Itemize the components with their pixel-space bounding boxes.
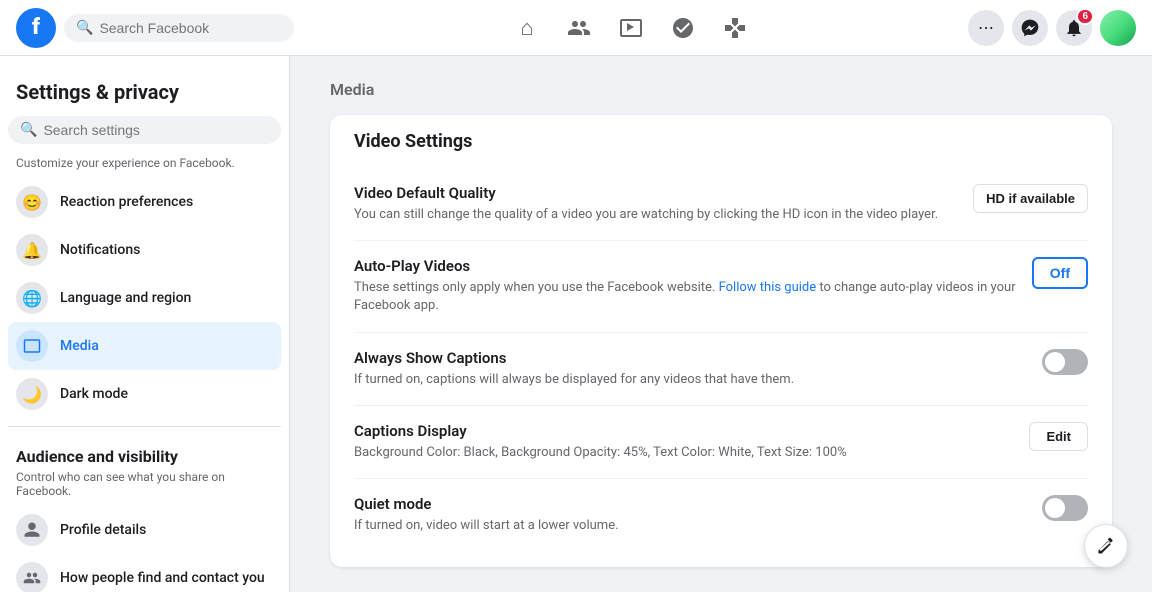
search-bar: 🔍: [64, 14, 294, 42]
video-quality-desc: You can still change the quality of a vi…: [354, 206, 957, 224]
search-icon: 🔍: [76, 20, 93, 36]
quiet-mode-row: Quiet mode If turned on, video will star…: [354, 479, 1088, 551]
sidebar-item-media[interactable]: Media: [8, 322, 281, 370]
auto-play-desc-prefix: These settings only apply when you use t…: [354, 280, 719, 295]
sidebar-item-label: Profile details: [60, 522, 146, 538]
sidebar-item-label: Language and region: [60, 290, 191, 306]
video-settings-card: Video Settings Video Default Quality You…: [330, 115, 1112, 567]
auto-play-label: Auto-Play Videos: [354, 257, 1016, 275]
sidebar-item-reaction-preferences[interactable]: 😊 Reaction preferences: [8, 178, 281, 226]
main-layout: Settings & privacy 🔍 Customize your expe…: [0, 56, 1152, 592]
audience-section-title: Audience and visibility: [8, 435, 281, 470]
sidebar-item-find-contact[interactable]: How people find and contact you: [8, 554, 281, 592]
captions-desc: If turned on, captions will always be di…: [354, 371, 1026, 389]
nav-center: ⌂: [302, 4, 960, 52]
gaming-nav-button[interactable]: [711, 4, 759, 52]
quiet-mode-action: [1042, 495, 1088, 521]
friends-nav-button[interactable]: [555, 4, 603, 52]
video-default-quality-row: Video Default Quality You can still chan…: [354, 168, 1088, 241]
search-settings-icon: 🔍: [20, 122, 37, 138]
page-title: Media: [330, 80, 1112, 99]
home-nav-button[interactable]: ⌂: [503, 4, 551, 52]
compose-fab[interactable]: [1084, 524, 1128, 568]
follow-guide-link[interactable]: Follow this guide: [719, 280, 817, 295]
captions-display-desc: Background Color: Black, Background Opac…: [354, 444, 1013, 462]
notifications-badge: 6: [1076, 8, 1094, 25]
sidebar-item-label: Media: [60, 338, 99, 354]
captions-toggle[interactable]: [1042, 349, 1088, 375]
video-quality-info: Video Default Quality You can still chan…: [354, 184, 957, 224]
sidebar-item-label: Reaction preferences: [60, 194, 193, 210]
watch-nav-button[interactable]: [607, 4, 655, 52]
sidebar-item-language-region[interactable]: 🌐 Language and region: [8, 274, 281, 322]
messenger-button[interactable]: [1012, 10, 1048, 46]
sidebar: Settings & privacy 🔍 Customize your expe…: [0, 56, 290, 592]
captions-edit-button[interactable]: Edit: [1029, 422, 1088, 451]
quiet-mode-info: Quiet mode If turned on, video will star…: [354, 495, 1026, 535]
hd-if-available-button[interactable]: HD if available: [973, 184, 1088, 213]
captions-info: Always Show Captions If turned on, capti…: [354, 349, 1026, 389]
search-settings-input[interactable]: [43, 122, 269, 138]
profile-nav-button[interactable]: [659, 4, 707, 52]
captions-display-info: Captions Display Background Color: Black…: [354, 422, 1013, 462]
sidebar-item-dark-mode[interactable]: 🌙 Dark mode: [8, 370, 281, 418]
search-input[interactable]: [99, 20, 282, 36]
quiet-mode-toggle[interactable]: [1042, 495, 1088, 521]
profile-details-icon: [16, 514, 48, 546]
top-navigation: f 🔍 ⌂ ⋯ 6: [0, 0, 1152, 56]
sidebar-item-label: How people find and contact you: [60, 570, 265, 586]
video-quality-action: HD if available: [973, 184, 1088, 213]
auto-play-row: Auto-Play Videos These settings only app…: [354, 241, 1088, 332]
auto-play-desc: These settings only apply when you use t…: [354, 279, 1016, 315]
sidebar-item-label: Dark mode: [60, 386, 128, 402]
sidebar-item-profile-details[interactable]: Profile details: [8, 506, 281, 554]
moon-icon: 🌙: [16, 378, 48, 410]
reaction-icon: 😊: [16, 186, 48, 218]
sidebar-title: Settings & privacy: [8, 72, 281, 108]
main-content: Media Video Settings Video Default Quali…: [290, 56, 1152, 592]
bell-icon: 🔔: [16, 234, 48, 266]
video-quality-label: Video Default Quality: [354, 184, 957, 202]
sidebar-item-label: Notifications: [60, 242, 140, 258]
search-settings-bar: 🔍: [8, 116, 281, 144]
card-title: Video Settings: [354, 131, 1088, 152]
captions-display-label: Captions Display: [354, 422, 1013, 440]
captions-action: [1042, 349, 1088, 375]
facebook-logo[interactable]: f: [16, 8, 56, 48]
sidebar-divider: [8, 426, 281, 427]
quiet-mode-desc: If turned on, video will start at a lowe…: [354, 517, 1026, 535]
media-icon: [16, 330, 48, 362]
notifications-button[interactable]: 6: [1056, 10, 1092, 46]
auto-play-action: Off: [1032, 257, 1088, 289]
auto-play-off-button[interactable]: Off: [1032, 257, 1088, 289]
avatar-button[interactable]: [1100, 10, 1136, 46]
sidebar-item-notifications[interactable]: 🔔 Notifications: [8, 226, 281, 274]
captions-display-action: Edit: [1029, 422, 1088, 451]
globe-icon: 🌐: [16, 282, 48, 314]
auto-play-info: Auto-Play Videos These settings only app…: [354, 257, 1016, 315]
quiet-mode-label: Quiet mode: [354, 495, 1026, 513]
menu-button[interactable]: ⋯: [968, 10, 1004, 46]
captions-display-row: Captions Display Background Color: Black…: [354, 406, 1088, 479]
audience-section-desc: Control who can see what you share on Fa…: [8, 470, 281, 506]
nav-right: ⋯ 6: [968, 10, 1136, 46]
captions-label: Always Show Captions: [354, 349, 1026, 367]
find-contact-icon: [16, 562, 48, 592]
captions-row: Always Show Captions If turned on, capti…: [354, 333, 1088, 406]
sidebar-subtitle: Customize your experience on Facebook.: [8, 152, 281, 178]
